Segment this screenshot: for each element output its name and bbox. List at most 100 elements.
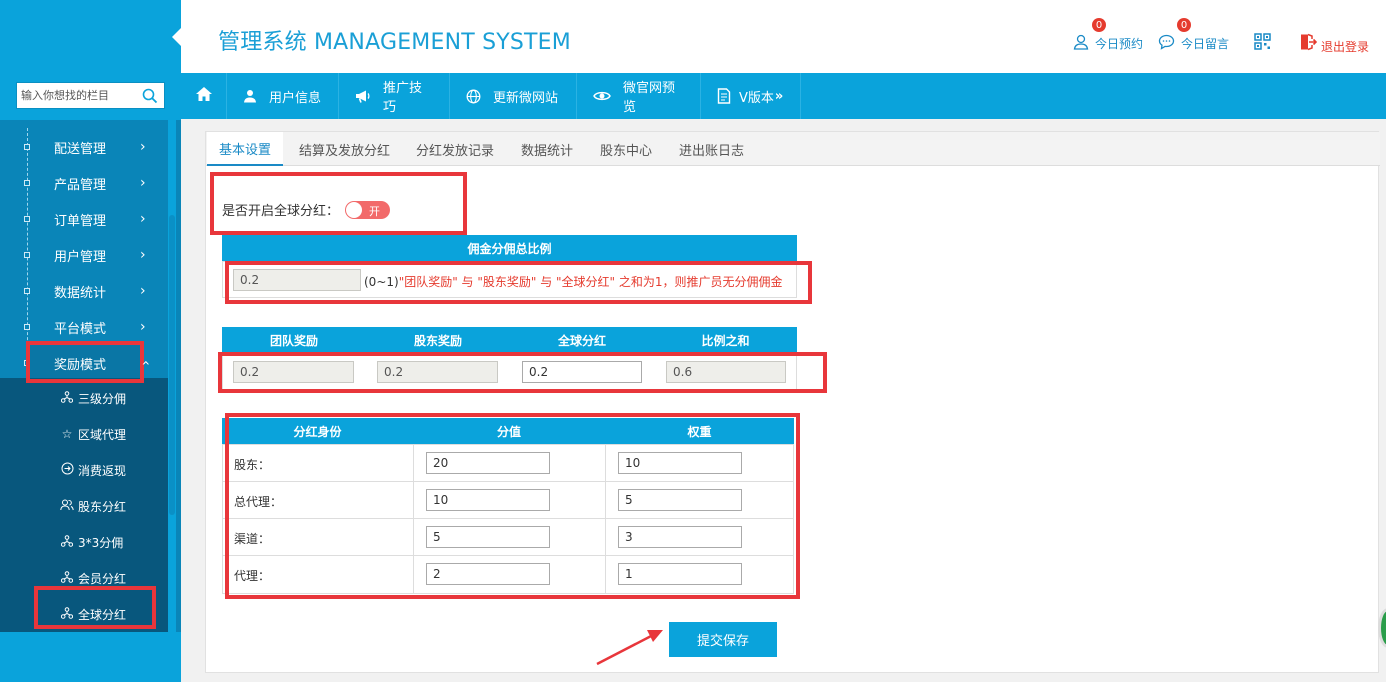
ratios-col-team: 团队奖励 [269,333,318,348]
appointments-label: 今日预约 [1095,37,1144,51]
tab-shareholder-center[interactable]: 股东中心 [600,132,652,166]
search-icon[interactable] [137,83,163,108]
ratios-col-global: 全球分红 [557,333,606,348]
submenu-item-3x3-commission[interactable]: 3*3分佣 [0,524,168,560]
agent-score-input[interactable] [426,563,550,585]
nav-label: 更新微网站 [493,90,559,106]
sidebar-search [16,82,165,109]
tab-label: 进出账日志 [679,143,745,159]
submit-save-button[interactable]: 提交保存 [669,622,777,657]
sidebar-item-label: 用户管理 [54,249,107,265]
row-label: 代理： [234,569,271,583]
sidebar-item-orders[interactable]: 订单管理 › [0,201,168,237]
dividend-col-weight: 权重 [687,424,712,439]
submenu-item-label: 全球分红 [78,607,127,622]
submenu-item-member-dividend[interactable]: 会员分红 [0,560,168,596]
channel-score-input[interactable] [426,526,550,548]
general-agent-score-input[interactable] [426,489,550,511]
tree-node-icon [24,288,30,294]
ratio-sum-input[interactable] [666,361,786,383]
nav-label: V版本 [739,90,774,106]
sidebar-item-platform-mode[interactable]: 平台模式 › [0,309,168,345]
qrcode-icon[interactable] [1254,33,1271,50]
tree-node-icon [24,324,30,330]
logout-link[interactable]: 退出登录 [1299,32,1369,55]
sidebar-item-statistics[interactable]: 数据统计 › [0,273,168,309]
home-button[interactable] [181,73,227,119]
sidebar-item-products[interactable]: 产品管理 › [0,165,168,201]
document-icon [717,88,731,104]
search-input[interactable] [17,83,137,108]
shareholder-score-input[interactable] [426,452,550,474]
submenu-item-three-level[interactable]: 三级分佣 [0,380,168,416]
submenu-item-shareholder-dividend[interactable]: 股东分红 [0,488,168,524]
chevron-right-icon: › [140,247,146,263]
chat-icon [1158,34,1175,53]
submenu-item-label: 会员分红 [78,571,127,586]
nav-version[interactable]: V版本 » [701,73,801,119]
dividend-col-score: 分值 [496,424,521,439]
user-icon [1073,34,1089,53]
sidebar-item-label: 订单管理 [54,213,107,229]
switch-state: 开 [369,204,381,218]
row-label: 渠道： [234,532,271,546]
shareholder-reward-input[interactable] [377,361,498,383]
agent-weight-input[interactable] [618,563,742,585]
arrow-circle-icon [60,462,74,478]
users-icon [60,499,74,514]
user-icon [243,89,257,103]
commission-note: (0~1)"团队奖励" 与 "股东奖励" 与 "全球分红" 之和为1，则推广员无… [364,273,783,290]
commission-ratio-input[interactable] [233,269,361,291]
shareholder-weight-input[interactable] [618,452,742,474]
tab-basic-settings[interactable]: 基本设置 [207,132,284,166]
nav-promotion-tips[interactable]: 推广技巧 [339,73,450,119]
team-reward-input[interactable] [233,361,354,383]
nav-user-info[interactable]: 用户信息 [227,73,339,119]
tab-settlement[interactable]: 结算及发放分红 [299,132,390,166]
submenu-item-global-dividend[interactable]: 全球分红 [0,596,168,632]
nav-update-website[interactable]: 更新微网站 [450,73,577,119]
tree-node-icon [24,216,30,222]
global-dividend-input[interactable] [522,361,642,383]
globe-icon [466,89,481,104]
logout-label: 退出登录 [1321,40,1370,54]
sidebar-item-users[interactable]: 用户管理 › [0,237,168,273]
floating-chat-icon[interactable] [1378,608,1386,648]
nav-website-preview[interactable]: 微官网预览 [577,73,701,119]
ratios-col-sum: 比例之和 [701,333,750,348]
sidebar-nav: 配送管理 › 产品管理 › 订单管理 › 用户管理 › 数据统计 › 平台模式 … [0,120,181,632]
megaphone-icon [355,89,371,103]
sidebar-item-reward-mode[interactable]: 奖励模式 › [0,344,168,381]
toggle-label: 是否开启全球分红： [222,204,340,219]
network-icon [60,570,74,586]
submenu-item-label: 消费返现 [78,463,127,478]
general-agent-weight-input[interactable] [618,489,742,511]
row-label: 股东： [234,458,271,472]
tab-dividend-records[interactable]: 分红发放记录 [416,132,494,166]
tab-statistics[interactable]: 数据统计 [521,132,573,166]
ratios-col-shareholder: 股东奖励 [413,333,462,348]
chevron-right-icon: › [140,139,146,155]
appointments-badge: 0 [1092,18,1106,32]
tree-node-icon [24,144,30,150]
today-messages-link[interactable]: 0 今日留言 [1158,18,1230,53]
note-warning: "团队奖励" 与 "股东奖励" 与 "全球分红" 之和为1，则推广员无分佣佣金 [398,275,783,289]
tree-node-icon [24,180,30,186]
submenu-item-label: 股东分红 [78,499,127,514]
submenu-item-regional-agent[interactable]: ☆ 区域代理 [0,416,168,452]
chevron-right-icon: › [140,175,146,191]
channel-weight-input[interactable] [618,526,742,548]
nav-label: 微官网预览 [623,81,676,115]
today-appointments-link[interactable]: 0 今日预约 [1073,18,1144,53]
network-icon [60,606,74,622]
ratios-header: 团队奖励 股东奖励 全球分红 比例之和 [222,327,797,353]
network-icon [60,534,74,550]
sidebar-scrollbar-thumb[interactable] [169,215,175,515]
sidebar-item-delivery[interactable]: 配送管理 › [0,129,168,165]
messages-label: 今日留言 [1181,37,1230,51]
tab-account-log[interactable]: 进出账日志 [679,132,744,166]
tree-node-icon [24,252,30,258]
submenu-item-cashback[interactable]: 消费返现 [0,452,168,488]
star-icon: ☆ [61,427,73,441]
global-dividend-switch[interactable]: 开 [345,200,391,219]
